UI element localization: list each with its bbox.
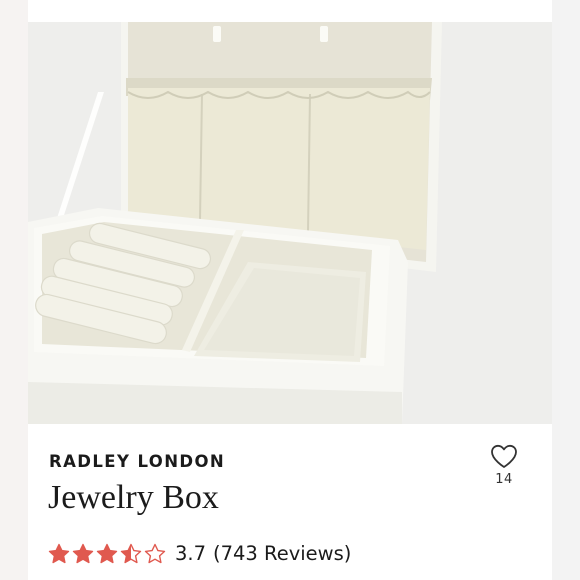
review-count: (743 Reviews)	[213, 542, 352, 565]
star-rating	[48, 543, 166, 565]
like-button[interactable]: 14	[486, 444, 522, 487]
right-gutter	[552, 0, 580, 580]
rating-value: 3.7	[175, 542, 207, 565]
brand-name[interactable]: RADLEY LONDON	[49, 452, 225, 471]
heart-outline-icon	[491, 444, 517, 468]
listing-title: Jewelry Box	[48, 479, 219, 516]
like-count: 14	[495, 472, 513, 487]
star-empty-icon	[144, 543, 166, 563]
left-gutter	[0, 0, 28, 580]
listing-info: RADLEY LONDON Jewelry Box 14 3.7 (743 Re…	[28, 424, 552, 580]
star-full-icon	[96, 543, 118, 563]
previous-card-edge	[28, 0, 552, 22]
star-full-icon	[72, 543, 94, 563]
star-full-icon	[48, 543, 70, 563]
jewelry-box-photo	[28, 22, 552, 424]
star-half-icon	[120, 543, 142, 563]
rating-summary[interactable]: 3.7 (743 Reviews)	[48, 542, 351, 565]
product-image[interactable]	[28, 22, 552, 424]
